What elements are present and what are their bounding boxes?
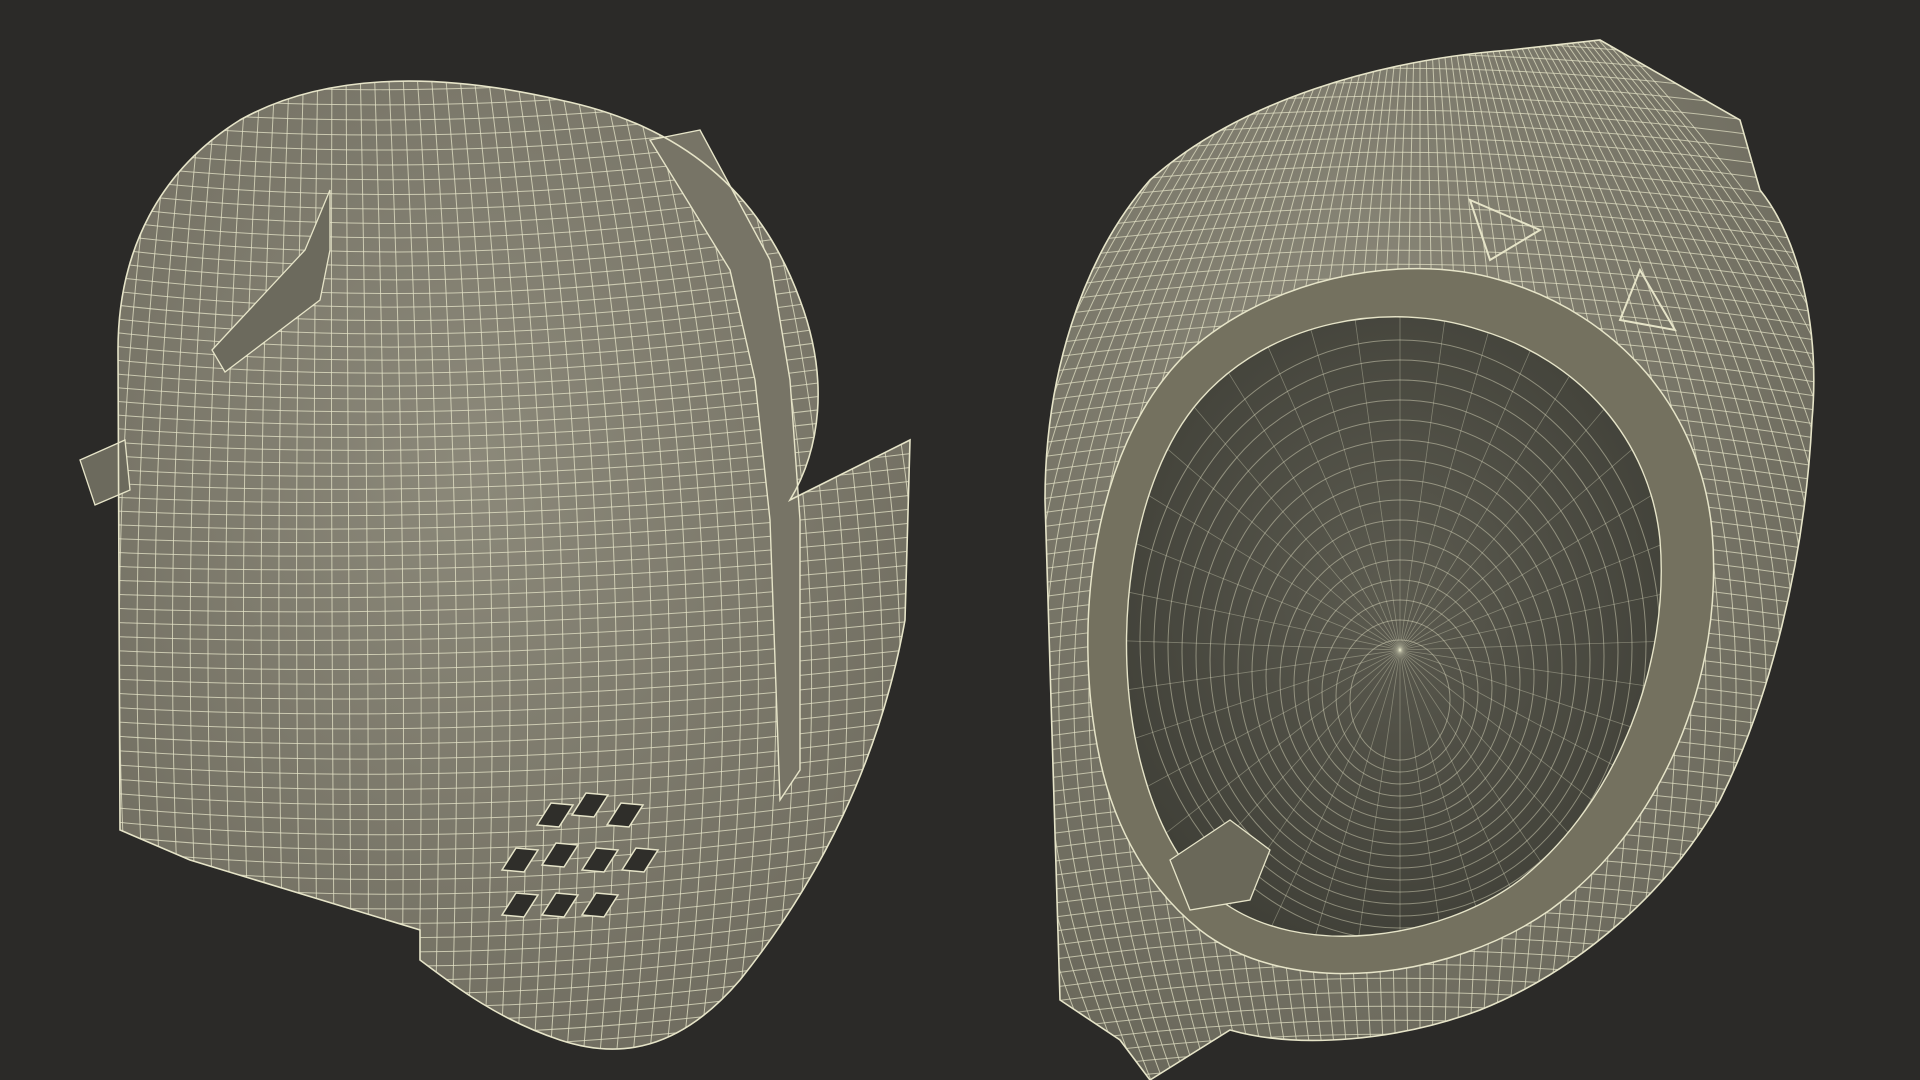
render-viewport [0, 0, 1920, 1080]
wireframe-render [0, 0, 1920, 1080]
